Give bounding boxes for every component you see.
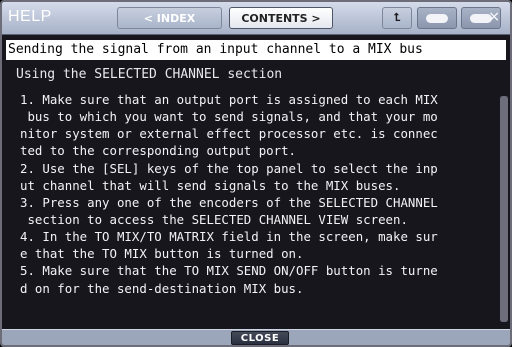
step-line: 5. Make sure that the TO MIX SEND ON/OFF…: [20, 263, 438, 279]
help-content: Sending the signal from an input channel…: [2, 36, 510, 329]
step-list: 1. Make sure that an output port is assi…: [20, 91, 500, 297]
close-icon[interactable]: ×: [488, 9, 500, 25]
contents-button[interactable]: CONTENTS >: [229, 7, 333, 29]
index-button[interactable]: < INDEX: [117, 7, 222, 29]
help-window: HELP < INDEX CONTENTS > ⮤ × Sending the …: [0, 0, 512, 347]
step-line: e that the TO MIX button is turned on.: [20, 246, 304, 262]
return-up-icon: ⮤: [393, 11, 401, 24]
title-bar: HELP < INDEX CONTENTS > ⮤ ×: [2, 2, 510, 35]
step-line: 4. In the TO MIX/TO MATRIX field in the …: [20, 229, 438, 245]
step-line: d on for the send-destination MIX bus.: [20, 280, 304, 296]
step-line: ut channel that will send signals to the…: [20, 177, 401, 193]
step-line: 1. Make sure that an output port is assi…: [20, 92, 438, 107]
return-up-button[interactable]: ⮤: [382, 7, 412, 29]
footer-bar: CLOSE: [2, 329, 510, 345]
step-line: 3. Press any one of the encoders of the …: [20, 194, 438, 210]
step-line: 2. Use the [SEL] keys of the top panel t…: [20, 160, 438, 176]
step-line: section to access the SELECTED CHANNEL V…: [20, 211, 408, 227]
prev-page-button[interactable]: [417, 7, 457, 29]
scrollbar[interactable]: [500, 96, 508, 322]
step-line: ted to the corresponding output port.: [20, 143, 297, 159]
window-title: HELP: [8, 8, 52, 25]
step-line: bus to which you want to send signals, a…: [20, 109, 438, 125]
step-line: nitor system or external effect processo…: [20, 126, 438, 142]
close-button[interactable]: CLOSE: [231, 331, 289, 345]
topic-title: Sending the signal from an input channel…: [6, 40, 506, 60]
topic-subtitle: Using the SELECTED CHANNEL section: [16, 67, 283, 82]
scroll-thumb[interactable]: [500, 96, 508, 322]
prev-page-icon: [426, 13, 448, 23]
